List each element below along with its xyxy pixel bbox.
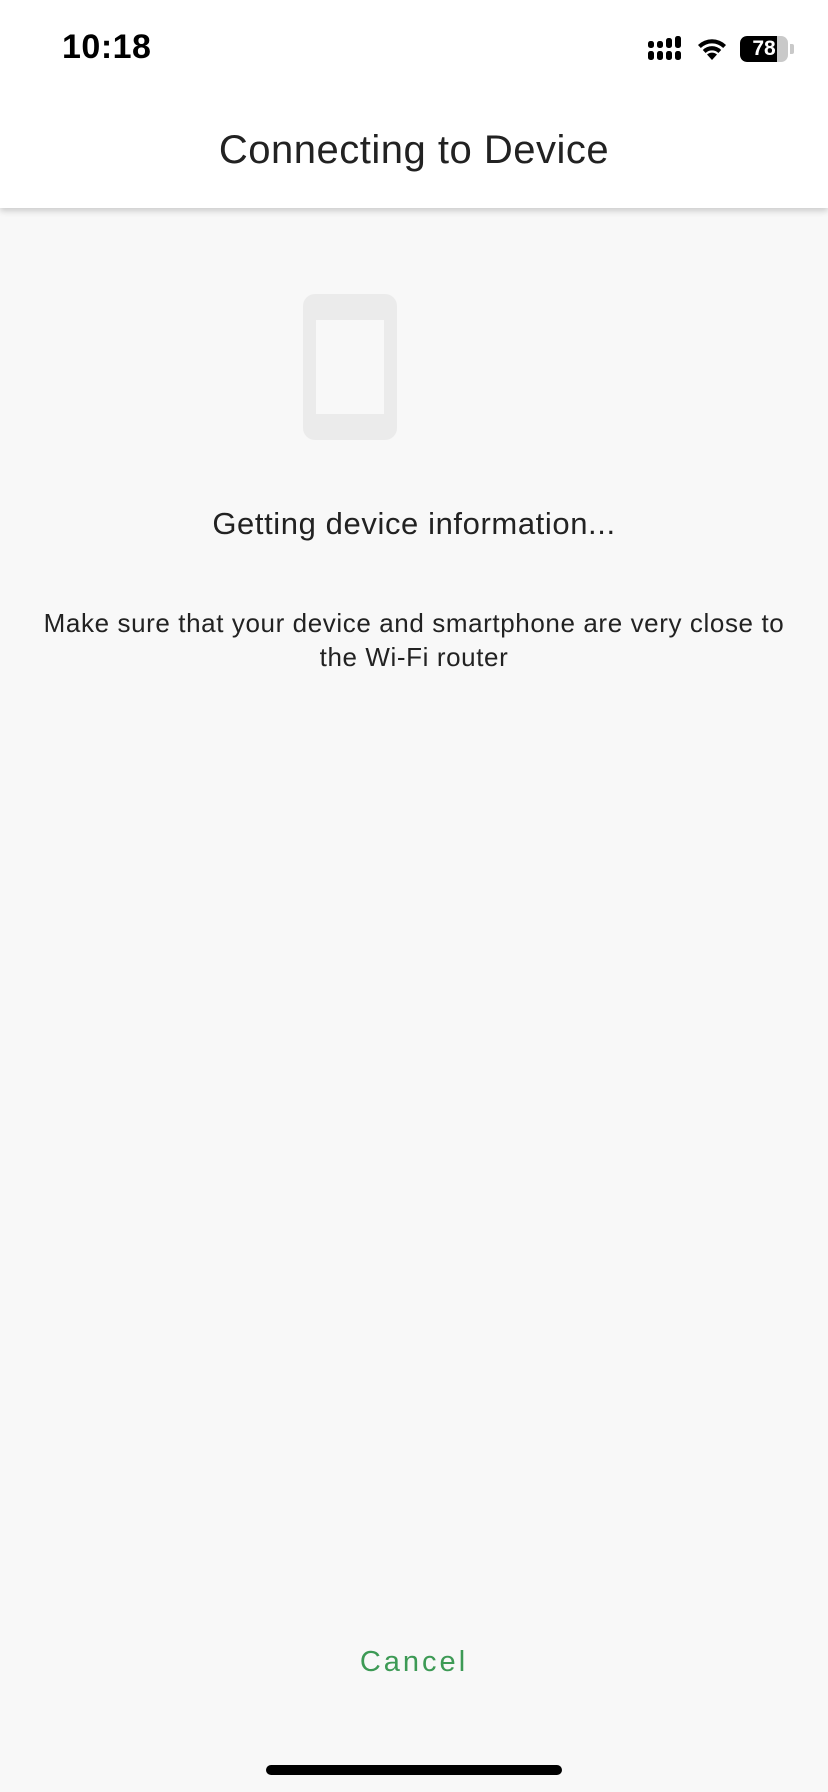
battery-level: 78 xyxy=(752,37,776,60)
proximity-hint-text: Make sure that your device and smartphon… xyxy=(43,608,785,672)
connection-status-heading: Getting device information... xyxy=(212,506,616,541)
smartphone-screen xyxy=(316,320,384,414)
page-title: Connecting to Device xyxy=(218,128,610,172)
status-bar-icons: 78 xyxy=(648,34,794,64)
connecting-screen: 10:18 78 Connecting to Device Getting de… xyxy=(0,0,828,1792)
status-bar-time: 10:18 xyxy=(62,28,152,66)
cancel-button[interactable]: Cancel xyxy=(314,1636,514,1688)
top-bar: 10:18 78 Connecting to Device xyxy=(0,0,828,208)
home-indicator[interactable] xyxy=(266,1765,562,1775)
battery-icon: 78 xyxy=(740,36,788,62)
wifi-icon xyxy=(698,39,726,60)
battery-indicator: 78 xyxy=(740,36,794,62)
battery-tip xyxy=(790,44,794,54)
cellular-signal-icon xyxy=(648,36,681,60)
smartphone-icon xyxy=(303,294,397,440)
